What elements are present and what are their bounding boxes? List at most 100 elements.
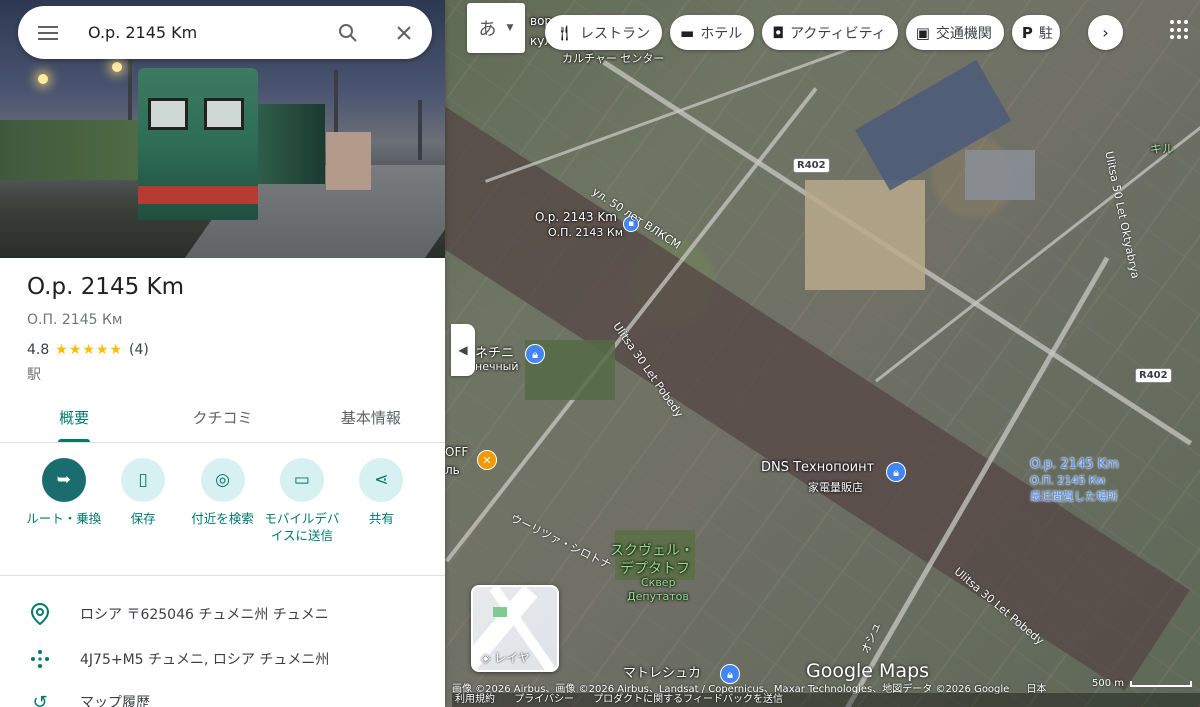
building-block [965, 150, 1035, 200]
chip-hotels[interactable]: ▬ ホテル [670, 15, 755, 50]
shopping-icon[interactable]: 🔒︎ [886, 462, 906, 482]
directions-icon: ➥ [41, 458, 86, 502]
menu-icon[interactable] [18, 25, 70, 40]
tab-about[interactable]: 基本情報 [297, 396, 445, 442]
park-label: デプタトフ [620, 561, 690, 577]
location-pin-icon [0, 603, 80, 625]
address-row[interactable]: ロシア 〒625046 チュメニ州 チュメニ [0, 594, 445, 634]
station-label-ru: О.П. 2143 Км [548, 226, 624, 239]
input-tools-button[interactable]: あ ▼ [467, 3, 525, 53]
scale-label: 500 m [1091, 678, 1124, 689]
collapse-panel-button[interactable]: ◀ [451, 324, 475, 376]
poi-sublabel: 家電量販店 [808, 481, 863, 494]
history-text: マップ履歴 [80, 695, 150, 707]
history-icon: ↺ [32, 691, 48, 707]
place-subtitle: О.П. 2145 Км [27, 312, 123, 328]
action-label: ルート・乗換 [26, 511, 102, 526]
map-label: OFF [445, 445, 469, 459]
place-panel: O.p. 2145 Km О.П. 2145 Км 4.8 ★★★★★ (4) … [0, 0, 445, 707]
hotel-icon: ▬ [680, 23, 695, 42]
poi-label[interactable]: DNS Технопоинт [761, 460, 874, 475]
bookmark-icon: ▯ [121, 458, 166, 502]
plus-code-text: 4J75+M5 チュメニ, ロシア チュメニ州 [80, 652, 330, 668]
layers-icon: ◈ [481, 650, 491, 665]
place-title: O.p. 2145 Km [27, 274, 185, 300]
layers-button[interactable]: ◈ レイヤ [471, 585, 559, 672]
action-label: 付近を検索 [191, 511, 254, 526]
parking-icon: P [1021, 23, 1033, 42]
share-button[interactable]: ⋖ 共有 [342, 458, 421, 573]
tab-reviews[interactable]: クチコミ [148, 396, 296, 442]
route-badge: R402 [1135, 368, 1172, 383]
chip-transit[interactable]: ▣ 交通機関 [905, 15, 1004, 50]
chip-restaurants[interactable]: 🍴︎ レストラン [545, 15, 663, 50]
place-category[interactable]: 駅 [27, 364, 41, 384]
selected-place-note: 最近閲覧した場所 [1030, 490, 1118, 503]
route-badge: R402 [793, 158, 830, 173]
park-label-ru: Депутатов [627, 590, 689, 603]
caret-down-icon: ▼ [506, 23, 514, 33]
history-row[interactable]: ↺ マップ履歴 [0, 682, 445, 707]
action-label: 共有 [368, 511, 394, 526]
plus-code-icon [0, 649, 80, 669]
search-icon [339, 23, 357, 42]
category-chips: 🍴︎ レストラン ▬ ホテル ◘ アクティビティ ▣ 交通機関 P駐 [545, 15, 1060, 50]
chip-label: 交通機関 [935, 25, 992, 42]
map-footer: 画像 ©2026 Airbus、画像 ©2026 Airbus、Landsat … [445, 678, 1200, 707]
place-tabs: 概要 クチコミ 基本情報 [0, 396, 445, 443]
restaurant-icon: 🍴︎ [555, 23, 575, 42]
save-button[interactable]: ▯ 保存 [103, 458, 182, 573]
map-label: нечный [475, 360, 519, 373]
map-label: キル [1150, 142, 1175, 156]
map-label: カルチャー センター [562, 52, 665, 65]
shopping-icon[interactable]: 🔒︎ [525, 344, 545, 364]
send-to-phone-icon: ▭ [279, 458, 324, 502]
plus-code-row[interactable]: 4J75+M5 チュメニ, ロシア チュメニ州 [0, 639, 445, 679]
share-icon: ⋖ [359, 458, 404, 502]
map-label: ль [445, 463, 460, 477]
selected-place-label[interactable]: O.p. 2145 Km [1030, 457, 1119, 472]
search-box [18, 6, 432, 59]
construction-area [805, 180, 925, 290]
chevron-right-icon: › [1102, 23, 1109, 42]
scale-bar[interactable]: 500 m [1092, 678, 1192, 689]
tab-overview[interactable]: 概要 [0, 396, 148, 442]
map-label: ネチニ [475, 346, 515, 361]
rating-summary[interactable]: 4.8 ★★★★★ (4) [27, 342, 149, 358]
chip-label: 駐 [1038, 25, 1053, 42]
language-label: あ [478, 19, 497, 40]
road-label: ウーリツァ・シロトナ [508, 511, 613, 572]
privacy-link[interactable]: プライバシー [514, 694, 574, 705]
restaurant-icon[interactable]: ✕ [477, 450, 497, 470]
nearby-icon: ◎ [200, 458, 245, 502]
layers-label: レイヤ [494, 651, 530, 665]
station-label[interactable]: O.p. 2143 Km [535, 210, 617, 224]
chip-label: レストラン [580, 25, 651, 42]
selected-place-label-ru: О.П. 2145 Км [1030, 474, 1106, 487]
clear-search-button[interactable] [376, 6, 432, 59]
feedback-link[interactable]: プロダクトに関するフィードバックを送信 [593, 694, 783, 705]
nearby-button[interactable]: ◎ 付近を検索 [183, 458, 262, 573]
close-icon [397, 25, 411, 40]
divider [0, 575, 445, 576]
action-buttons: ➥ ルート・乗換 ▯ 保存 ◎ 付近を検索 ▭ モバイルデバイスに送信 ⋖ 共有 [0, 458, 445, 573]
chevron-left-icon: ◀ [458, 343, 468, 357]
action-label: 保存 [130, 511, 156, 526]
review-count[interactable]: (4) [129, 342, 149, 358]
transit-icon: ▣ [915, 23, 930, 42]
directions-button[interactable]: ➥ ルート・乗換 [24, 458, 103, 573]
search-button[interactable] [320, 6, 376, 59]
camera-icon: ◘ [772, 23, 785, 42]
chip-activities[interactable]: ◘ アクティビティ [762, 15, 898, 50]
chips-next-button[interactable]: › [1088, 15, 1123, 50]
park-label-ru: Сквер [641, 576, 676, 589]
chip-label: ホテル [700, 25, 743, 42]
search-input[interactable] [70, 23, 320, 42]
terms-link[interactable]: 利用規約 [455, 694, 495, 705]
apps-grid-icon[interactable] [1170, 20, 1190, 40]
action-label: モバイルデバイスに送信 [264, 511, 340, 543]
rating-value: 4.8 [27, 342, 50, 358]
send-to-phone-button[interactable]: ▭ モバイルデバイスに送信 [262, 458, 341, 573]
address-text: ロシア 〒625046 チュメニ州 チュメニ [80, 607, 329, 623]
chip-parking[interactable]: P駐 [1011, 15, 1060, 50]
